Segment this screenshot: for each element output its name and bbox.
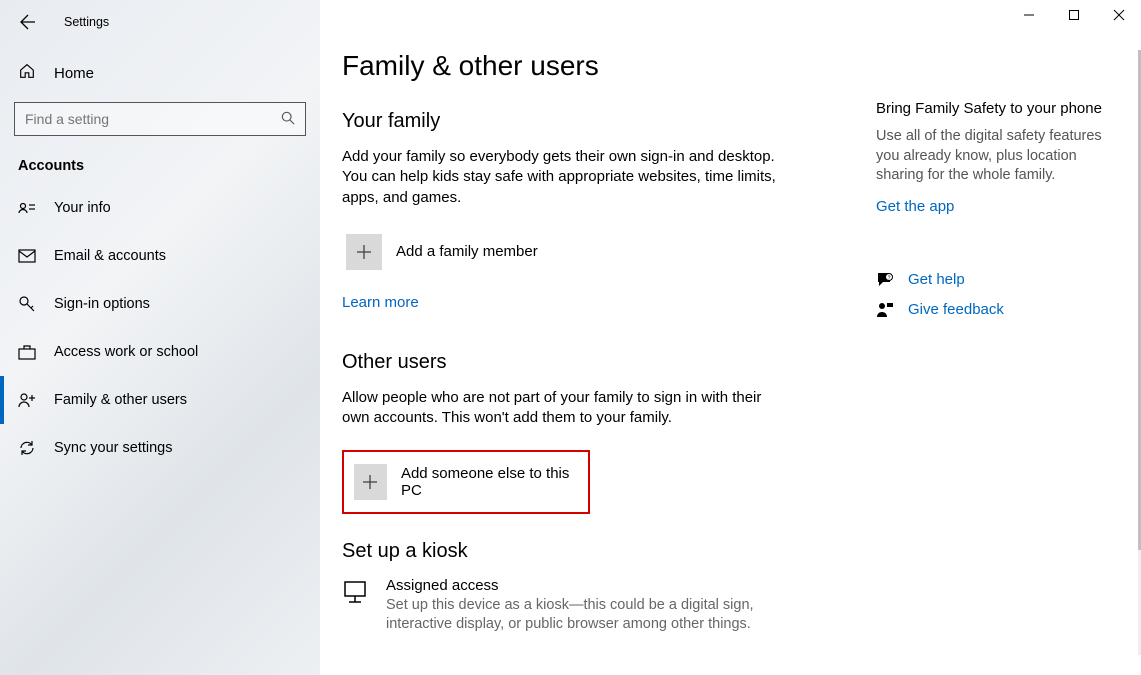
home-icon [18,62,36,84]
give-feedback-label: Give feedback [908,301,1004,318]
search-icon [281,111,295,128]
home-label: Home [54,65,94,82]
nav-section-header: Accounts [0,158,320,184]
mail-icon [18,249,36,263]
assigned-access-button[interactable]: Assigned access Set up this device as a … [342,577,1122,634]
family-description: Add your family so everybody gets their … [342,147,782,208]
add-other-user-highlight: Add someone else to this PC [342,450,590,514]
info-text: Use all of the digital safety features y… [876,127,1106,186]
sidebar-item-your-info[interactable]: Your info [0,184,320,232]
page-title: Family & other users [342,50,1122,82]
person-card-icon [18,201,36,215]
sidebar-item-label: Your info [54,200,111,216]
other-users-description: Allow people who are not part of your fa… [342,388,782,429]
sidebar-item-email-accounts[interactable]: Email & accounts [0,232,320,280]
learn-more-link[interactable]: Learn more [342,294,419,311]
plus-tile [354,464,387,500]
kiosk-title: Assigned access [386,577,756,594]
add-other-user-button[interactable]: Add someone else to this PC [350,460,582,504]
get-help-link[interactable]: ? Get help [876,271,1106,289]
help-links: ? Get help Give feedback [876,271,1106,319]
sidebar-item-label: Sync your settings [54,440,172,456]
search-box[interactable] [14,102,306,136]
sidebar-item-label: Family & other users [54,392,187,408]
sidebar: Settings Home Accounts Your info Email &… [0,0,320,675]
add-other-user-label: Add someone else to this PC [401,465,578,499]
help-chat-icon: ? [876,271,894,289]
sidebar-item-access-work-school[interactable]: Access work or school [0,328,320,376]
back-button[interactable] [20,14,36,30]
info-title: Bring Family Safety to your phone [876,100,1106,117]
other-users-heading: Other users [342,351,1122,374]
plus-icon [362,474,378,490]
arrow-left-icon [20,14,36,30]
kiosk-heading: Set up a kiosk [342,540,1122,563]
give-feedback-link[interactable]: Give feedback [876,301,1106,319]
add-family-label: Add a family member [396,243,538,260]
svg-text:?: ? [888,275,891,281]
search-input[interactable] [25,111,281,127]
sidebar-item-sync-settings[interactable]: Sync your settings [0,424,320,472]
app-title: Settings [64,15,109,29]
sidebar-item-family-other-users[interactable]: Family & other users [0,376,320,424]
kiosk-monitor-icon [342,577,370,608]
sidebar-item-label: Email & accounts [54,248,166,264]
sidebar-item-label: Sign-in options [54,296,150,312]
feedback-person-icon [876,301,894,319]
plus-icon [356,244,372,260]
get-the-app-link[interactable]: Get the app [876,198,954,215]
plus-tile [346,234,382,270]
home-nav[interactable]: Home [0,44,320,102]
people-add-icon [18,392,36,408]
briefcase-icon [18,344,36,360]
get-help-label: Get help [908,271,965,288]
key-icon [18,295,36,313]
info-panel: Bring Family Safety to your phone Use al… [876,100,1106,331]
kiosk-desc: Set up this device as a kiosk—this could… [386,596,756,634]
sidebar-item-label: Access work or school [54,344,198,360]
sidebar-item-signin-options[interactable]: Sign-in options [0,280,320,328]
kiosk-text: Assigned access Set up this device as a … [386,577,756,634]
titlebar: Settings [0,0,320,44]
sync-icon [18,439,36,457]
